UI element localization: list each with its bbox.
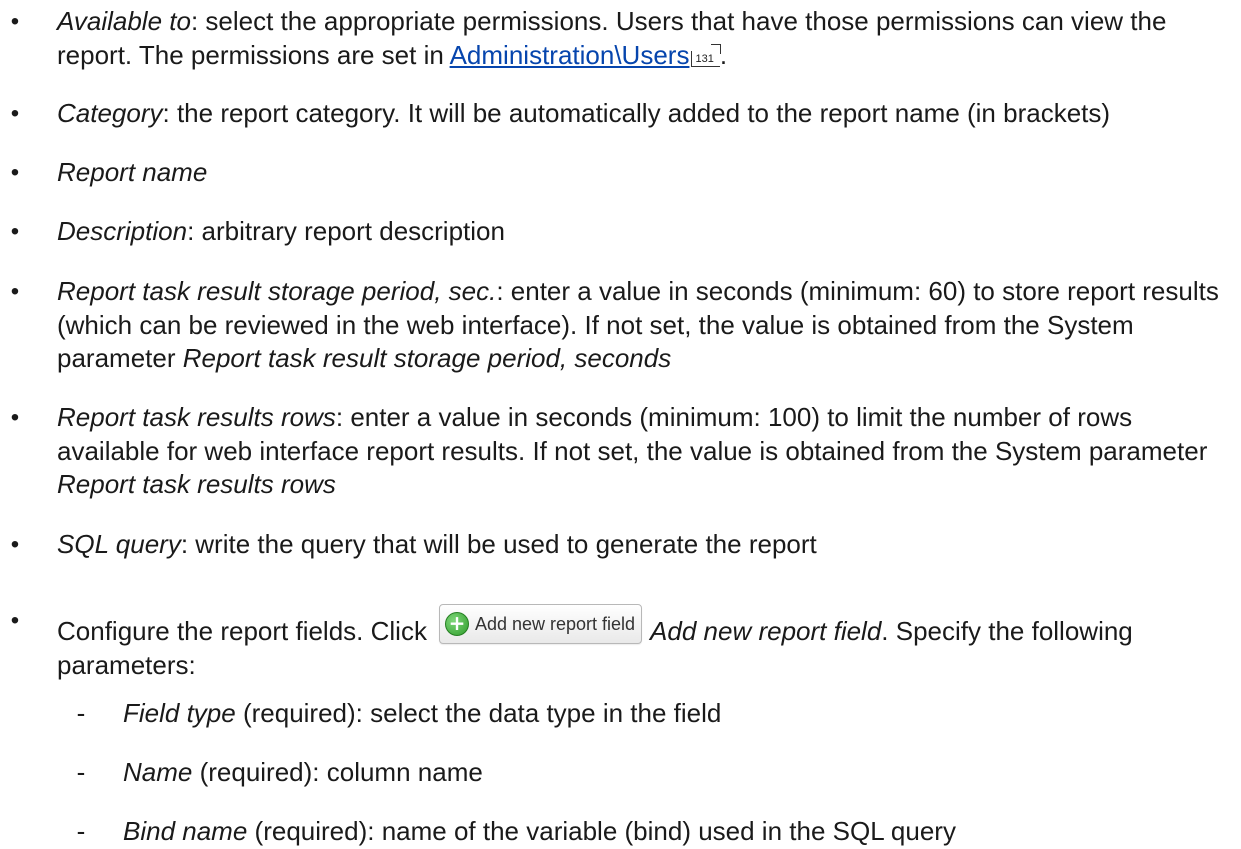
ref-storage-period: Report task result storage period, secon… — [182, 343, 672, 373]
term-report-name: Report name — [57, 157, 208, 187]
term-category: Category — [57, 98, 163, 128]
dash: - — [76, 757, 86, 787]
ref-results-rows: Report task results rows — [57, 469, 336, 499]
list-item-description: • Description: arbitrary report descript… — [11, 215, 1241, 249]
dash: - — [76, 816, 86, 846]
bullet: • — [10, 607, 20, 634]
list-item-category: • Category: the report category. It will… — [11, 97, 1241, 131]
administration-users-link[interactable]: Administration\Users — [450, 40, 690, 70]
bullet: • — [10, 531, 20, 558]
page-ref-number: 131 — [695, 52, 714, 65]
term-sql-query: SQL query — [57, 529, 181, 559]
page-reference-icon[interactable]: 131 — [691, 43, 721, 67]
term-add-new-report-field: Add new report field — [650, 616, 882, 646]
desc-field-type: (required): select the data type in the … — [235, 698, 722, 728]
bullet: • — [10, 8, 20, 35]
bullet: • — [10, 100, 20, 127]
desc-available-to-tail: . — [719, 39, 728, 70]
subitem-field-type: - Field type (required): select the data… — [77, 697, 1241, 731]
list-item-available-to: • Available to: select the appropriate p… — [11, 5, 1241, 72]
term-results-rows: Report task results rows — [57, 402, 336, 432]
desc-bind-name: (required): name of the variable (bind) … — [247, 816, 956, 846]
bullet: • — [10, 218, 20, 245]
term-storage-period: Report task result storage period, sec. — [57, 276, 497, 306]
list-item-results-rows: • Report task results rows: enter a valu… — [11, 401, 1241, 502]
list-item-sql-query: • SQL query: write the query that will b… — [11, 528, 1241, 562]
configure-fields-intro: Configure the report fields. Click — [57, 616, 427, 646]
term-bind-name: Bind name — [123, 816, 248, 846]
list-item-storage-period: • Report task result storage period, sec… — [11, 275, 1241, 376]
page-fold — [710, 43, 721, 54]
dash: - — [76, 698, 86, 728]
desc-sql-query: : write the query that will be used to g… — [180, 529, 817, 559]
add-new-report-field-button[interactable]: + Add new report field — [438, 604, 643, 644]
subitem-name: - Name (required): column name — [77, 756, 1241, 790]
desc-description: : arbitrary report description — [187, 216, 505, 246]
term-available-to: Available to — [57, 6, 191, 36]
desc-category: : the report category. It will be automa… — [162, 98, 1111, 128]
list-item-configure-fields: • Configure the report fields. Click + Add… — [11, 604, 1241, 682]
bullet: • — [10, 404, 20, 431]
plus-circle-icon: + — [444, 612, 469, 636]
bullet: • — [10, 278, 20, 305]
term-description: Description — [57, 216, 188, 246]
desc-name: (required): column name — [192, 757, 483, 787]
term-field-type: Field type — [123, 698, 236, 728]
list-item-report-name: • Report name — [11, 156, 1241, 190]
bullet: • — [10, 159, 20, 186]
term-name: Name — [123, 757, 193, 787]
subitem-bind-name: - Bind name (required): name of the vari… — [77, 815, 1241, 849]
add-button-label: Add new report field — [474, 614, 636, 634]
